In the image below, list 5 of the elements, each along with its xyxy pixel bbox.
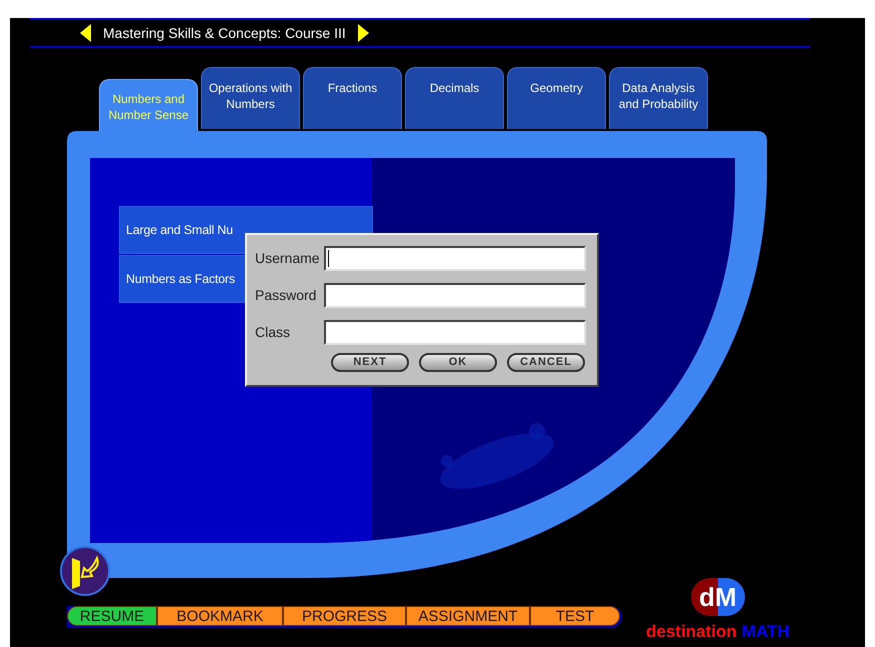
field-label: Password bbox=[255, 286, 318, 305]
brand-name: destination bbox=[646, 621, 737, 643]
brand-suffix: MATH bbox=[742, 621, 790, 643]
field-label: Class bbox=[255, 323, 292, 342]
course-title: Mastering Skills & Concepts: Course III bbox=[103, 24, 346, 43]
